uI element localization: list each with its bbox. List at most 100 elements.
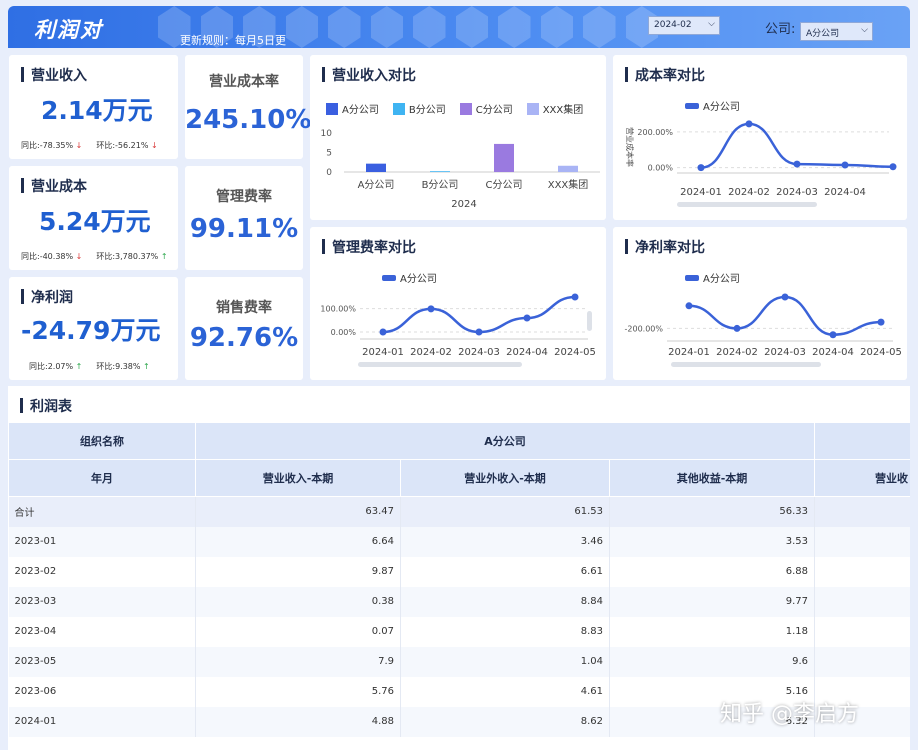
table-cell: 1.04 (400, 646, 610, 677)
x-tick-label: 2024-03 (764, 347, 806, 358)
table-cell: 9.77 (609, 586, 815, 617)
column-header[interactable]: 年月 (8, 459, 196, 497)
net-rate-line-chart: A分公司 -200.00% 2024-01 2024-02 2024-03 2024-04… (625, 273, 902, 358)
table-cell: 合计 (8, 496, 196, 527)
table-cell: 6.61 (400, 556, 610, 587)
kpi-compare: 同比:-78.35% ↓ 环比:-56.21% ↓ (21, 140, 170, 151)
rate-value: 92.76% (189, 323, 299, 353)
column-header[interactable]: 营业收 (814, 459, 910, 497)
table-row[interactable]: 2023-03 0.38 8.84 9.77 (8, 586, 910, 617)
profit-table: 组织名称 A分公司 年月 营业收入-本期 营业外收入-本期 其他收益-本期 营业… (8, 422, 910, 737)
data-point (523, 314, 531, 322)
x-tick-label: 2024-04 (824, 187, 866, 198)
date-select[interactable]: 2024-02 ⌵ (648, 16, 720, 35)
kpi-value: 5.24万元 (39, 207, 151, 236)
chart-scrollbar[interactable] (671, 362, 821, 367)
table-row[interactable]: 2023-02 9.87 6.61 6.88 (8, 556, 910, 587)
table-row[interactable]: 2023-05 7.9 1.04 9.6 (8, 646, 910, 677)
chart-scrollbar[interactable] (677, 202, 817, 207)
yoy-label: 同比: (29, 362, 48, 371)
table-cell: 7.9 (195, 646, 401, 677)
kpi-card-revenue: 营业收入 2.14万元 同比:-78.35% ↓ 环比:-56.21% ↓ (9, 55, 178, 159)
empty-header (814, 422, 910, 460)
x-tick-label: 2024-05 (860, 347, 902, 358)
data-point (685, 302, 693, 310)
kpi-compare: 同比:-40.38% ↓ 环比:3,780.37% ↑ (21, 251, 170, 262)
arrow-down-icon: ↓ (75, 141, 83, 150)
cost-rate-line-chart: A分公司营业成本率 200.00% 0.00% 2024-01 2024-02 2024-… (625, 101, 897, 198)
x-tick-label: XXX集团 (548, 178, 589, 191)
data-point (781, 293, 789, 301)
column-header[interactable]: 其他收益-本期 (609, 459, 815, 497)
group-header: 组织名称 (8, 422, 196, 460)
table-cell (814, 556, 910, 587)
data-point (889, 163, 897, 171)
y-tick-label: 100.00% (320, 305, 356, 314)
table-cell: 4.61 (400, 676, 610, 707)
rate-value: 245.10% (185, 105, 312, 135)
chart-scrollbar[interactable] (587, 311, 592, 331)
chart-card-net-rate: 净利率对比 A分公司 -200.00% 2024-01 2024-02 2024-03 2… (613, 227, 907, 380)
data-point (829, 331, 837, 339)
column-header[interactable]: 营业外收入-本期 (400, 459, 610, 497)
arrow-up-icon: ↑ (143, 362, 150, 371)
x-tick-label: 2024-02 (716, 347, 758, 358)
x-tick-label: 2024-01 (362, 347, 404, 358)
yoy-label: 同比: (21, 252, 40, 261)
arrow-down-icon: ↓ (150, 141, 158, 150)
mom-value: 3,780.37% (115, 252, 159, 261)
mom-value: 9.38% (115, 362, 141, 371)
admin-rate-line-chart: A分公司 100.00% 0.00% 2024-01 2024-02 2024-03 202… (320, 273, 595, 358)
rate-card-admin: 管理费率 99.11% (185, 166, 303, 270)
table-cell: 4.88 (195, 706, 401, 737)
data-point (877, 318, 885, 326)
table-cell: 2023-01 (8, 526, 196, 557)
table-cell: 8.83 (400, 616, 610, 647)
yoy-label: 同比: (21, 141, 40, 150)
yoy-value: 2.07% (47, 362, 74, 371)
app-title: 利润对 (34, 18, 103, 42)
table-row[interactable]: 2023-04 0.07 8.83 1.18 (8, 616, 910, 647)
rate-card-sales: 销售费率 92.76% (185, 277, 303, 380)
x-tick-label: A分公司 (358, 179, 395, 191)
table-cell: 61.53 (400, 496, 610, 527)
table-cell: 2023-06 (8, 676, 196, 707)
rate-value: 99.11% (189, 214, 299, 244)
table-row[interactable]: 合计 63.47 61.53 56.33 (8, 496, 910, 527)
table-cell: 2023-03 (8, 586, 196, 617)
bar (430, 171, 450, 172)
table-cell: 8.62 (400, 706, 610, 737)
data-point (697, 164, 705, 172)
arrow-up-icon: ↑ (75, 362, 83, 371)
x-tick-label: 2024-01 (680, 187, 722, 198)
kpi-label: 净利润 (21, 287, 73, 307)
kpi-card-cost: 营业成本 5.24万元 同比:-40.38% ↓ 环比:3,780.37% ↑ (9, 166, 178, 270)
company-header: A分公司 (195, 422, 815, 460)
table-cell: 6.88 (609, 556, 815, 587)
mom-label: 环比: (96, 362, 116, 371)
revenue-bar-chart: 10 5 0 A分公司 B分公司 C分公司 XXX集团 2024 (321, 129, 600, 210)
legend-swatch (382, 275, 396, 281)
data-point (841, 161, 849, 169)
company-select[interactable]: A分公司 ⌵ (800, 22, 873, 41)
x-tick-label: 2024-03 (458, 347, 500, 358)
y-tick-label: 0.00% (331, 328, 357, 337)
legend-label: A分公司 (400, 273, 437, 285)
table-cell (814, 496, 910, 527)
table-cell: 9.6 (609, 646, 815, 677)
data-point (793, 160, 801, 168)
chart-scrollbar[interactable] (358, 362, 522, 367)
table-cell: 9.87 (195, 556, 401, 587)
table-cell: 3.46 (400, 526, 610, 557)
watermark: 知乎 @李启方 (720, 702, 859, 727)
update-note: 更新规则：每月5日更 (180, 34, 286, 47)
table-cell: 56.33 (609, 496, 815, 527)
table-row[interactable]: 2023-01 6.64 3.46 3.53 (8, 526, 910, 557)
column-header[interactable]: 营业收入-本期 (195, 459, 401, 497)
table-cell: 2024-01 (8, 706, 196, 737)
x-tick-label: 2024-01 (668, 347, 710, 358)
kpi-compare: 同比:2.07% ↑ 环比:9.38% ↑ (29, 361, 170, 372)
table-title: 利润表 (20, 396, 72, 416)
table-cell: 2023-05 (8, 646, 196, 677)
legend-swatch (685, 275, 699, 281)
